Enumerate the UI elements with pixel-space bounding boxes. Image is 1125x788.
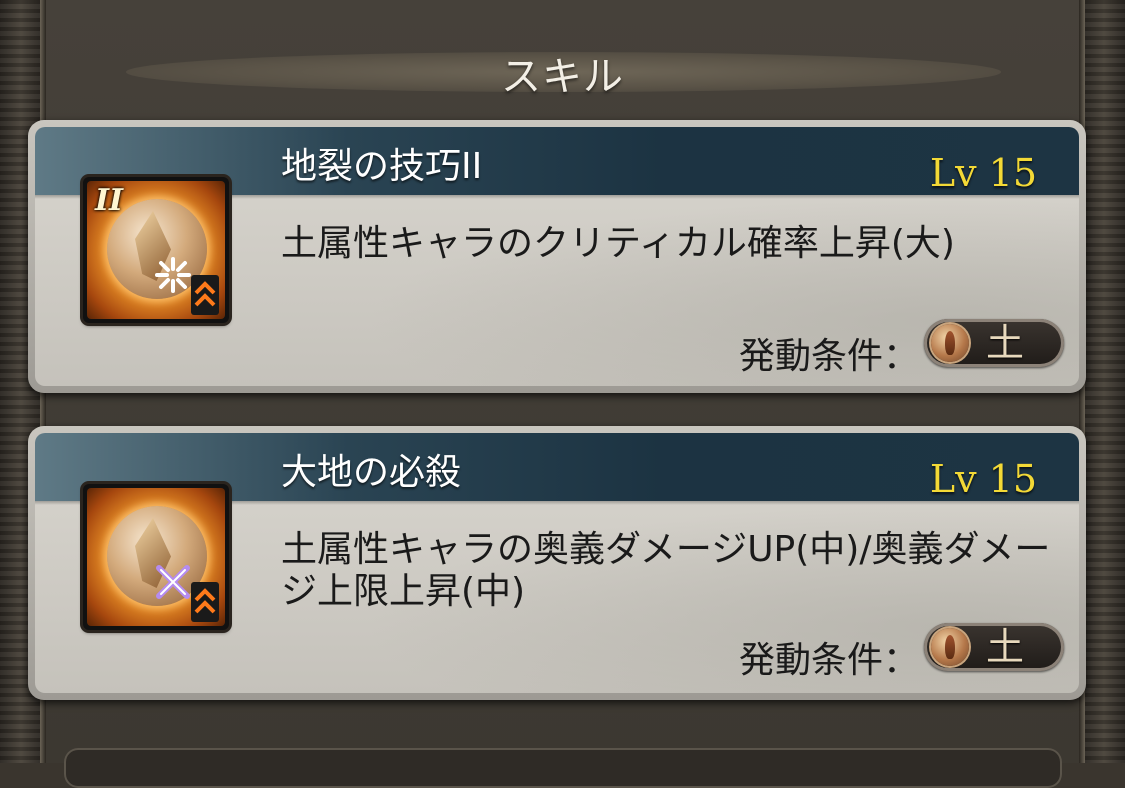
skill-icon-art bbox=[87, 488, 225, 626]
skill-level: Lv 15 bbox=[929, 151, 1037, 195]
earth-element-icon bbox=[931, 324, 969, 362]
page-title: スキル bbox=[501, 54, 624, 100]
next-skill-card-partial bbox=[64, 748, 1062, 788]
element-badge: 土 bbox=[924, 319, 1064, 367]
element-label: 土 bbox=[986, 321, 1025, 365]
skill-name: 大地の必殺 bbox=[281, 452, 462, 493]
element-label: 土 bbox=[986, 625, 1025, 669]
level-up-arrows-icon bbox=[191, 582, 219, 622]
earth-element-icon bbox=[931, 628, 969, 666]
skill-card[interactable]: 地裂の技巧II Lv 15 土属性キャラのクリティカル確率上昇(大) 発動条件：… bbox=[28, 120, 1086, 393]
skill-card[interactable]: 大地の必殺 Lv 15 土属性キャラの奥義ダメージUP(中)/奥義ダメージ上限上… bbox=[28, 426, 1086, 700]
level-up-arrows-icon bbox=[191, 275, 219, 315]
critical-burst-icon bbox=[155, 257, 191, 293]
skill-description: 土属性キャラの奥義ダメージUP(中)/奥義ダメージ上限上昇(中) bbox=[281, 529, 1051, 612]
element-badge: 土 bbox=[924, 623, 1064, 671]
skill-name: 地裂の技巧II bbox=[281, 146, 483, 187]
skill-rank-numeral: II bbox=[95, 183, 124, 218]
right-frame-border bbox=[1083, 0, 1125, 763]
activation-condition-label: 発動条件： bbox=[738, 336, 919, 377]
skill-description: 土属性キャラのクリティカル確率上昇(大) bbox=[281, 223, 955, 264]
skill-icon-art: II bbox=[87, 181, 225, 319]
earth-skill-critical-icon[interactable]: II bbox=[83, 177, 229, 323]
skill-level: Lv 15 bbox=[929, 457, 1037, 501]
earth-skill-ougi-icon[interactable] bbox=[83, 484, 229, 630]
crossed-swords-icon bbox=[156, 565, 190, 599]
activation-condition-label: 発動条件： bbox=[738, 640, 919, 681]
